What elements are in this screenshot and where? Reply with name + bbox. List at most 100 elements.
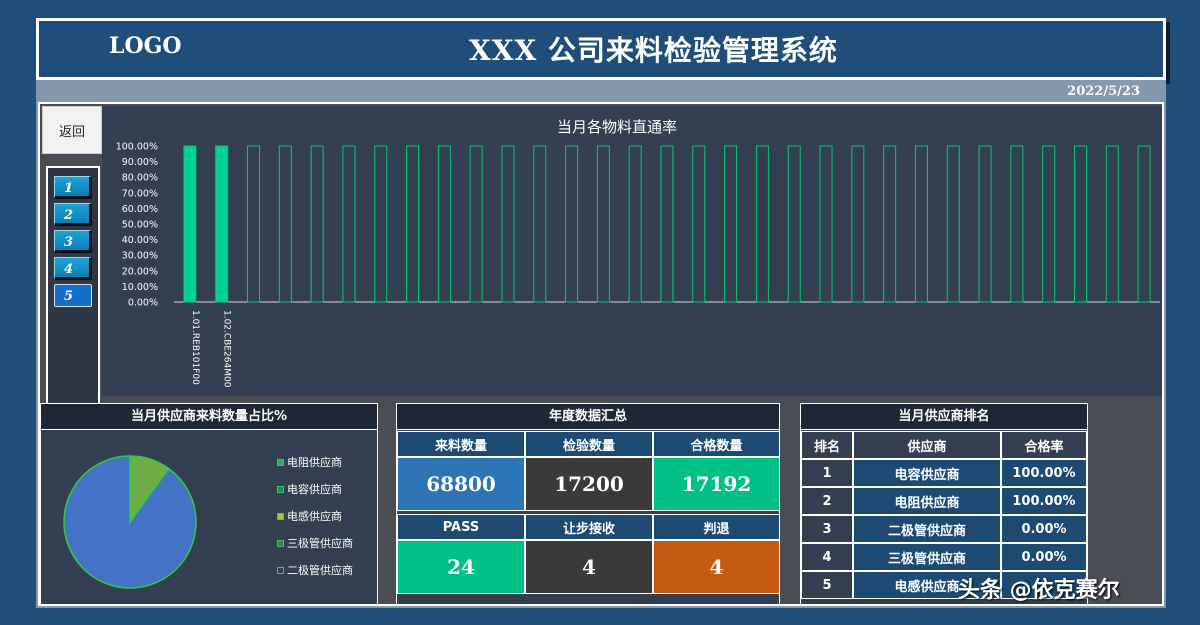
bar-outline [437, 145, 451, 303]
bar-outline [692, 145, 706, 303]
bar-outline [1073, 145, 1087, 303]
summary-value-reject: 4 [653, 540, 779, 594]
logo: LOGO [109, 33, 182, 59]
annual-summary-card: 年度数据汇总 来料数量 检验数量 合格数量 68800 17200 17192 … [396, 403, 780, 605]
nav-button-3[interactable]: 3 [54, 230, 92, 253]
bar-outline [247, 145, 261, 303]
bar-outline [1010, 145, 1024, 303]
bar-outline [851, 145, 865, 303]
back-button[interactable]: 返回 [42, 106, 102, 154]
bar-outline [469, 145, 483, 303]
ranking-header: 排名 [801, 431, 853, 459]
ranking-cell: 电容供应商 [853, 459, 1001, 487]
bar-outline [660, 145, 674, 303]
date-label: 2022/5/23 [1067, 84, 1140, 99]
legend-label: 二极管供应商 [287, 564, 353, 577]
pass-rate-chart: 当月各物料直通率 100.00% 90.00% 80.00% 70.00% 60.00%… [102, 106, 1162, 396]
x-tick-label: 1.01.REB101F00 [190, 310, 200, 385]
summary-value-incoming: 68800 [397, 457, 525, 511]
y-tick-label: 60.00% [122, 204, 158, 215]
y-tick-label: 80.00% [122, 173, 158, 184]
ranking-cell: 1 [801, 459, 853, 487]
legend-item: 电阻供应商 [277, 454, 342, 470]
summary-header-qualified: 合格数量 [653, 431, 779, 457]
dashboard-panel: 2022/5/23 返回 1 2 3 4 5 当月各物料直通率 100.00% 9… [36, 80, 1166, 608]
legend-label: 电容供应商 [287, 483, 342, 496]
ranking-cell: 0.00% [1001, 515, 1087, 543]
dashboard-main: 返回 1 2 3 4 5 当月各物料直通率 100.00% 90.00% 80.00… [38, 102, 1164, 606]
nav-button-2[interactable]: 2 [54, 203, 92, 226]
nav-button-5[interactable]: 5 [54, 284, 92, 307]
bar-outline [978, 145, 992, 303]
legend-item: 三极管供应商 [277, 535, 353, 551]
title-bar: LOGO XXX 公司来料检验管理系统 [36, 18, 1166, 80]
pie-chart-svg [63, 455, 197, 589]
summary-header-pass: PASS [397, 514, 525, 540]
legend-swatch [277, 566, 284, 574]
ranking-cell: 3 [801, 515, 853, 543]
legend-item: 电容供应商 [277, 481, 342, 497]
y-tick-label: 30.00% [122, 251, 158, 262]
summary-value-inspected: 17200 [525, 457, 653, 511]
bar-outline [596, 145, 610, 303]
bar-outline [565, 145, 579, 303]
ranking-cell: 电阻供应商 [853, 487, 1001, 515]
bar-outline [310, 145, 324, 303]
bar-outline [883, 145, 897, 303]
ranking-cell: 2 [801, 487, 853, 515]
ranking-header: 供应商 [853, 431, 1001, 459]
ranking-cell: 三极管供应商 [853, 543, 1001, 571]
bar-outline [1042, 145, 1056, 303]
legend-item: 电感供应商 [277, 508, 342, 524]
summary-header-concession: 让步接收 [525, 514, 653, 540]
legend-label: 三极管供应商 [287, 537, 353, 550]
bar-outline [501, 145, 515, 303]
bar-outline [628, 145, 642, 303]
ranking-header: 合格率 [1001, 431, 1087, 459]
bar-outline [946, 145, 960, 303]
y-tick-label: 100.00% [116, 142, 158, 153]
summary-value-pass: 24 [397, 540, 525, 594]
x-tick-label: 1.02.CBE264M00 [222, 310, 232, 388]
bar-chart-svg: 100.00% 90.00% 80.00% 70.00% 60.00% 50.00% 40.… [116, 142, 1160, 388]
bar-outline [278, 145, 292, 303]
bar-outline [724, 145, 738, 303]
ranking-cell: 4 [801, 543, 853, 571]
bar-outline [755, 145, 769, 303]
y-tick-label: 10.00% [122, 282, 158, 293]
ranking-cell: 二极管供应商 [853, 515, 1001, 543]
nav-button-1[interactable]: 1 [54, 176, 92, 199]
y-tick-label: 20.00% [122, 266, 158, 277]
bar-outline [1137, 145, 1151, 303]
watermark: 头条 @依克赛尔 [958, 578, 1120, 603]
bar-outline [1105, 145, 1119, 303]
y-tick-label: 50.00% [122, 220, 158, 231]
pie-title: 当月供应商来料数量占比% [41, 404, 377, 430]
legend-swatch [277, 458, 284, 466]
ranking-title: 当月供应商排名 [801, 404, 1087, 430]
ranking-cell: 100.00% [1001, 487, 1087, 515]
supplier-share-card: 当月供应商来料数量占比% 电阻供应商 电容供应商 电感供应商 三极管供应商 二极… [40, 403, 378, 605]
bar-outline [787, 145, 801, 303]
ranking-cell: 0.00% [1001, 543, 1087, 571]
pie-slice [63, 455, 197, 589]
summary-title: 年度数据汇总 [397, 404, 779, 430]
y-tick-label: 70.00% [122, 188, 158, 199]
summary-header-incoming: 来料数量 [397, 431, 525, 457]
ranking-cell: 5 [801, 571, 853, 599]
legend-label: 电阻供应商 [287, 456, 342, 469]
bar [183, 146, 196, 302]
legend-item: 二极管供应商 [277, 562, 353, 578]
y-tick-label: 90.00% [122, 157, 158, 168]
summary-header-inspected: 检验数量 [525, 431, 653, 457]
ranking-cell: 100.00% [1001, 459, 1087, 487]
summary-value-qualified: 17192 [653, 457, 779, 511]
nav-button-4[interactable]: 4 [54, 257, 92, 280]
legend-swatch [277, 512, 284, 520]
page-title: XXX 公司来料检验管理系统 [469, 34, 838, 67]
bar-outline [819, 145, 833, 303]
bar [215, 146, 228, 302]
y-tick-label: 40.00% [122, 235, 158, 246]
legend-swatch [277, 539, 284, 547]
bar-outline [533, 145, 547, 303]
